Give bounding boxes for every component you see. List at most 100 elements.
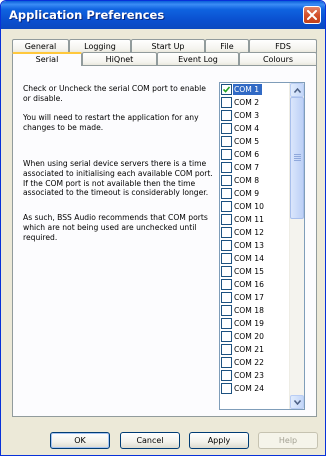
serial-tab-panel: Check or Uncheck the serial COM port to …	[12, 65, 317, 417]
com-port-checkbox[interactable]	[221, 136, 232, 147]
description-timeout: When using serial device servers there i…	[23, 159, 213, 198]
com-port-checkbox[interactable]	[221, 383, 232, 394]
com-list-scrollbar[interactable]	[289, 83, 304, 409]
scroll-up-button[interactable]	[290, 83, 304, 97]
title-bar[interactable]: Application Preferences	[1, 1, 325, 29]
tab-event-log[interactable]: Event Log	[157, 52, 239, 66]
com-port-label: COM 8	[234, 176, 260, 185]
com-port-checkbox[interactable]	[221, 253, 232, 264]
preferences-dialog: Application Preferences General Logging …	[0, 0, 326, 456]
com-port-label: COM 9	[234, 189, 260, 198]
com-port-checkbox[interactable]	[221, 331, 232, 342]
com-port-checkbox[interactable]	[221, 305, 232, 316]
cancel-button[interactable]: Cancel	[120, 432, 180, 449]
com-port-item[interactable]: COM 11	[220, 213, 290, 226]
com-port-item[interactable]: COM 13	[220, 239, 290, 252]
com-port-checkbox[interactable]	[221, 188, 232, 199]
arrow-down-icon	[294, 400, 301, 405]
com-port-label: COM 20	[234, 332, 264, 341]
description-recommendation: As such, BSS Audio recommends that COM p…	[23, 213, 208, 242]
com-port-label: COM 22	[234, 358, 264, 367]
com-port-label: COM 16	[234, 280, 264, 289]
com-port-item[interactable]: COM 20	[220, 330, 290, 343]
tab-general[interactable]: General	[12, 39, 69, 53]
thumb-grip-line	[294, 158, 301, 159]
ok-button[interactable]: OK	[50, 432, 110, 449]
com-port-checkbox[interactable]	[221, 97, 232, 108]
description-restart: You will need to restart the application…	[23, 113, 199, 132]
com-port-checkbox[interactable]	[221, 227, 232, 238]
tab-start-up[interactable]: Start Up	[131, 39, 205, 53]
com-port-item[interactable]: COM 7	[220, 161, 290, 174]
tab-file[interactable]: File	[205, 39, 249, 53]
help-button: Help	[258, 432, 318, 449]
com-port-checkbox[interactable]	[221, 214, 232, 225]
com-port-item[interactable]: COM 4	[220, 122, 290, 135]
tab-fds[interactable]: FDS	[249, 39, 317, 53]
com-port-checkbox[interactable]	[221, 110, 232, 121]
com-port-checkbox[interactable]	[221, 240, 232, 251]
com-port-item[interactable]: COM 9	[220, 187, 290, 200]
com-port-label: COM 4	[234, 124, 260, 133]
tab-hiqnet[interactable]: HiQnet	[82, 52, 157, 66]
com-port-label: COM 15	[234, 267, 264, 276]
com-port-checkbox[interactable]	[221, 279, 232, 290]
scroll-down-button[interactable]	[290, 395, 304, 409]
com-port-item[interactable]: COM 5	[220, 135, 290, 148]
com-port-item[interactable]: COM 15	[220, 265, 290, 278]
com-port-checkbox[interactable]	[221, 123, 232, 134]
com-port-checkbox[interactable]	[221, 292, 232, 303]
com-port-label: COM 23	[234, 371, 264, 380]
close-button[interactable]	[303, 6, 321, 24]
checkmark-icon	[223, 86, 230, 93]
com-port-label: COM 5	[234, 137, 260, 146]
com-port-checkbox[interactable]	[221, 84, 232, 95]
com-port-item[interactable]: COM 19	[220, 317, 290, 330]
com-port-checkbox[interactable]	[221, 357, 232, 368]
com-port-item[interactable]: COM 14	[220, 252, 290, 265]
com-port-label: COM 2	[234, 98, 260, 107]
com-port-list[interactable]: COM 1 COM 2 COM 3 COM 4 COM 5 COM 6 COM 7 COM 8…	[219, 82, 305, 410]
com-port-item[interactable]: COM 21	[220, 343, 290, 356]
com-port-label: COM 7	[234, 163, 260, 172]
com-port-label: COM 14	[234, 254, 264, 263]
com-port-label: COM 11	[234, 215, 264, 224]
com-port-item[interactable]: COM 22	[220, 356, 290, 369]
description-enable: Check or Uncheck the serial COM port to …	[23, 84, 206, 103]
com-port-checkbox[interactable]	[221, 175, 232, 186]
com-port-item[interactable]: COM 12	[220, 226, 290, 239]
com-port-items: COM 1 COM 2 COM 3 COM 4 COM 5 COM 6 COM 7 COM 8…	[220, 83, 290, 395]
com-port-label: COM 6	[234, 150, 260, 159]
com-port-label: COM 17	[234, 293, 264, 302]
com-port-item[interactable]: COM 8	[220, 174, 290, 187]
com-port-item[interactable]: COM 6	[220, 148, 290, 161]
com-port-checkbox[interactable]	[221, 201, 232, 212]
tab-serial[interactable]: Serial	[12, 52, 82, 66]
com-port-label: COM 1	[233, 84, 263, 95]
com-port-label: COM 24	[234, 384, 264, 393]
tab-logging[interactable]: Logging	[69, 39, 131, 53]
com-port-item[interactable]: COM 23	[220, 369, 290, 382]
thumb-grip-line	[294, 156, 301, 157]
scroll-thumb[interactable]	[290, 97, 304, 219]
com-port-item[interactable]: COM 2	[220, 96, 290, 109]
com-port-label: COM 18	[234, 306, 264, 315]
com-port-item[interactable]: COM 3	[220, 109, 290, 122]
com-port-checkbox[interactable]	[221, 149, 232, 160]
com-port-checkbox[interactable]	[221, 266, 232, 277]
com-port-item[interactable]: COM 16	[220, 278, 290, 291]
com-port-item[interactable]: COM 18	[220, 304, 290, 317]
com-port-checkbox[interactable]	[221, 162, 232, 173]
com-port-item[interactable]: COM 1	[220, 83, 290, 96]
apply-button[interactable]: Apply	[189, 432, 249, 449]
com-port-checkbox[interactable]	[221, 370, 232, 381]
tab-colours[interactable]: Colours	[239, 52, 317, 66]
com-port-item[interactable]: COM 24	[220, 382, 290, 395]
close-icon	[307, 10, 317, 20]
com-port-label: COM 13	[234, 241, 264, 250]
com-port-label: COM 21	[234, 345, 264, 354]
com-port-item[interactable]: COM 17	[220, 291, 290, 304]
com-port-checkbox[interactable]	[221, 344, 232, 355]
com-port-checkbox[interactable]	[221, 318, 232, 329]
com-port-item[interactable]: COM 10	[220, 200, 290, 213]
